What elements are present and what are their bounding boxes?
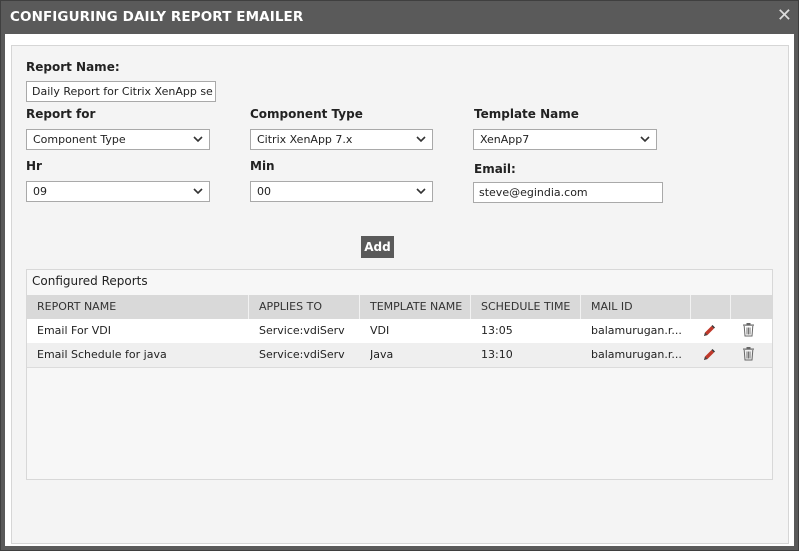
cell-mail-id: balamurugan.r... — [591, 348, 682, 361]
table-header: REPORT NAME APPLIES TO TEMPLATE NAME SCH… — [27, 295, 772, 319]
report-for-label: Report for — [26, 107, 96, 121]
hr-select[interactable]: 09 — [26, 181, 210, 202]
component-type-label: Component Type — [250, 107, 363, 121]
pencil-icon[interactable] — [702, 347, 716, 366]
col-edit — [691, 295, 731, 319]
cell-report-name: Email For VDI — [37, 324, 111, 337]
cell-schedule-time: 13:10 — [481, 348, 513, 361]
table-row[interactable]: Email Schedule for java Service:vdiServ … — [27, 343, 772, 368]
col-report-name[interactable]: REPORT NAME — [27, 295, 249, 319]
report-emailer-dialog: CONFIGURING DAILY REPORT EMAILER ✕ Repor… — [0, 0, 799, 551]
hr-label: Hr — [26, 159, 42, 173]
trash-icon[interactable] — [742, 322, 755, 341]
min-select[interactable]: 00 — [250, 181, 433, 202]
hr-value: 09 — [33, 185, 47, 198]
report-name-label: Report Name: — [26, 60, 120, 74]
chevron-down-icon — [640, 130, 650, 143]
cell-mail-id: balamurugan.r... — [591, 324, 682, 337]
add-button[interactable]: Add — [361, 236, 394, 258]
close-icon[interactable]: ✕ — [777, 6, 792, 26]
report-for-select[interactable]: Component Type — [26, 129, 210, 150]
col-template-name[interactable]: TEMPLATE NAME — [360, 295, 471, 319]
cell-applies-to: Service:vdiServ — [259, 348, 345, 361]
report-for-value: Component Type — [33, 133, 126, 146]
min-label: Min — [250, 159, 275, 173]
component-type-value: Citrix XenApp 7.x — [257, 133, 353, 146]
cell-template-name: Java — [370, 348, 394, 361]
dialog-body: Report Name: Daily Report for Citrix Xen… — [5, 34, 794, 546]
cell-schedule-time: 13:05 — [481, 324, 513, 337]
template-name-label: Template Name — [474, 107, 579, 121]
table-caption: Configured Reports — [32, 274, 148, 288]
cell-template-name: VDI — [370, 324, 390, 337]
cell-applies-to: Service:vdiServ — [259, 324, 345, 337]
col-mail-id[interactable]: MAIL ID — [581, 295, 691, 319]
template-name-select[interactable]: XenApp7 — [473, 129, 657, 150]
chevron-down-icon — [416, 182, 426, 195]
pencil-icon[interactable] — [702, 323, 716, 342]
configured-reports-table: Configured Reports REPORT NAME APPLIES T… — [26, 269, 773, 480]
min-value: 00 — [257, 185, 271, 198]
chevron-down-icon — [416, 130, 426, 143]
chevron-down-icon — [193, 182, 203, 195]
template-name-value: XenApp7 — [480, 133, 530, 146]
trash-icon[interactable] — [742, 346, 755, 365]
dialog-title: CONFIGURING DAILY REPORT EMAILER — [10, 9, 304, 25]
form-panel: Report Name: Daily Report for Citrix Xen… — [11, 45, 789, 544]
cell-report-name: Email Schedule for java — [37, 348, 167, 361]
email-input[interactable]: steve@egindia.com — [473, 182, 663, 203]
col-applies-to[interactable]: APPLIES TO — [249, 295, 360, 319]
chevron-down-icon — [193, 130, 203, 143]
col-schedule-time[interactable]: SCHEDULE TIME — [471, 295, 581, 319]
dialog-titlebar: CONFIGURING DAILY REPORT EMAILER ✕ — [1, 1, 798, 33]
table-row[interactable]: Email For VDI Service:vdiServ VDI 13:05 … — [27, 319, 772, 344]
col-delete — [731, 295, 772, 319]
email-label: Email: — [474, 162, 516, 176]
report-name-input[interactable]: Daily Report for Citrix XenApp se — [26, 81, 216, 102]
component-type-select[interactable]: Citrix XenApp 7.x — [250, 129, 433, 150]
